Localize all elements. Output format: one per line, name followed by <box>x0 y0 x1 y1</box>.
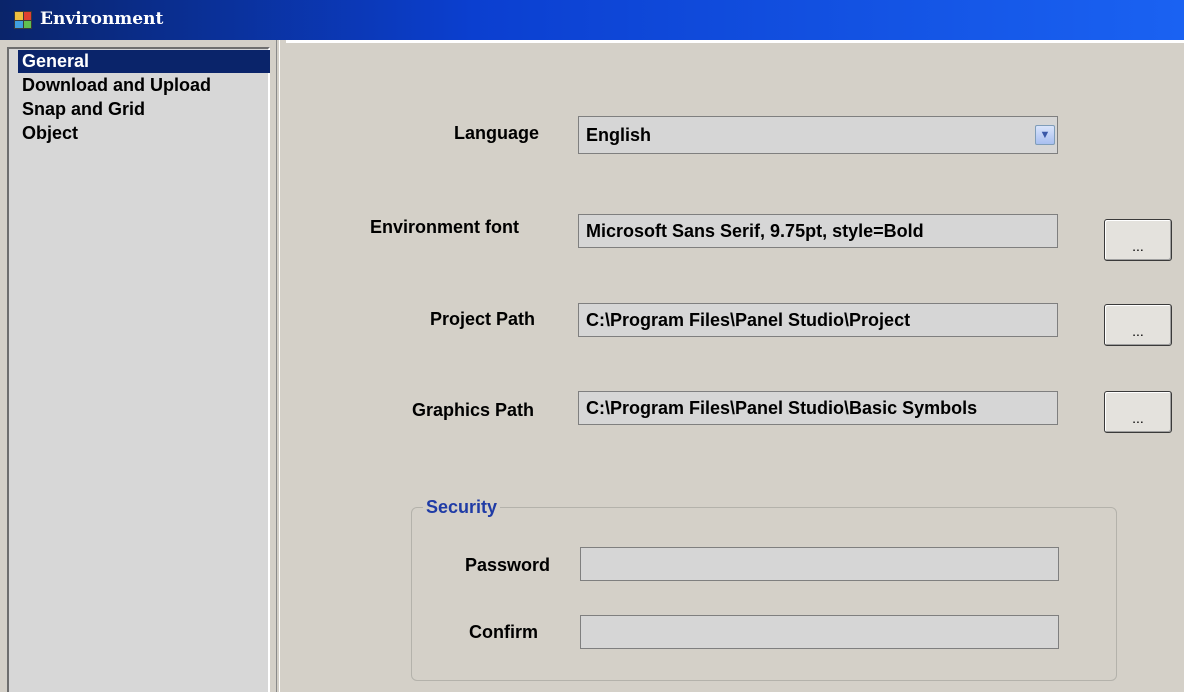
security-group-title: Security <box>423 497 501 518</box>
category-item-snap-and-grid[interactable]: Snap and Grid <box>18 98 149 121</box>
category-item-general[interactable]: General <box>18 50 270 73</box>
security-groupbox <box>411 507 1117 681</box>
project-path-browse-button[interactable]: ... <box>1104 304 1172 346</box>
language-selected-value: English <box>586 125 652 145</box>
category-list[interactable]: General Download and Upload Snap and Gri… <box>7 47 270 692</box>
graphics-path-browse-button[interactable]: ... <box>1104 391 1172 433</box>
language-label: Language <box>454 123 540 143</box>
project-path-label: Project Path <box>430 309 536 329</box>
password-field[interactable] <box>580 547 1059 581</box>
window-title: Environment <box>40 9 164 29</box>
password-label: Password <box>465 555 551 575</box>
confirm-label: Confirm <box>469 622 538 642</box>
graphics-path-label: Graphics Path <box>412 400 535 420</box>
chevron-down-icon[interactable]: ▼ <box>1035 125 1055 145</box>
project-path-field[interactable]: C:\Program Files\Panel Studio\Project <box>578 303 1058 337</box>
confirm-password-field[interactable] <box>580 615 1059 649</box>
environment-font-browse-button[interactable]: ... <box>1104 219 1172 261</box>
category-item-download-and-upload[interactable]: Download and Upload <box>18 74 215 97</box>
environment-font-field[interactable]: Microsoft Sans Serif, 9.75pt, style=Bold <box>578 214 1058 248</box>
language-select[interactable]: English ▼ <box>578 116 1058 154</box>
graphics-path-field[interactable]: C:\Program Files\Panel Studio\Basic Symb… <box>578 391 1058 425</box>
splitter[interactable] <box>276 40 280 692</box>
category-item-object[interactable]: Object <box>18 122 82 145</box>
environment-font-label: Environment font <box>370 217 519 237</box>
title-bar[interactable]: Environment <box>0 0 1184 40</box>
environment-app-icon <box>14 11 32 29</box>
